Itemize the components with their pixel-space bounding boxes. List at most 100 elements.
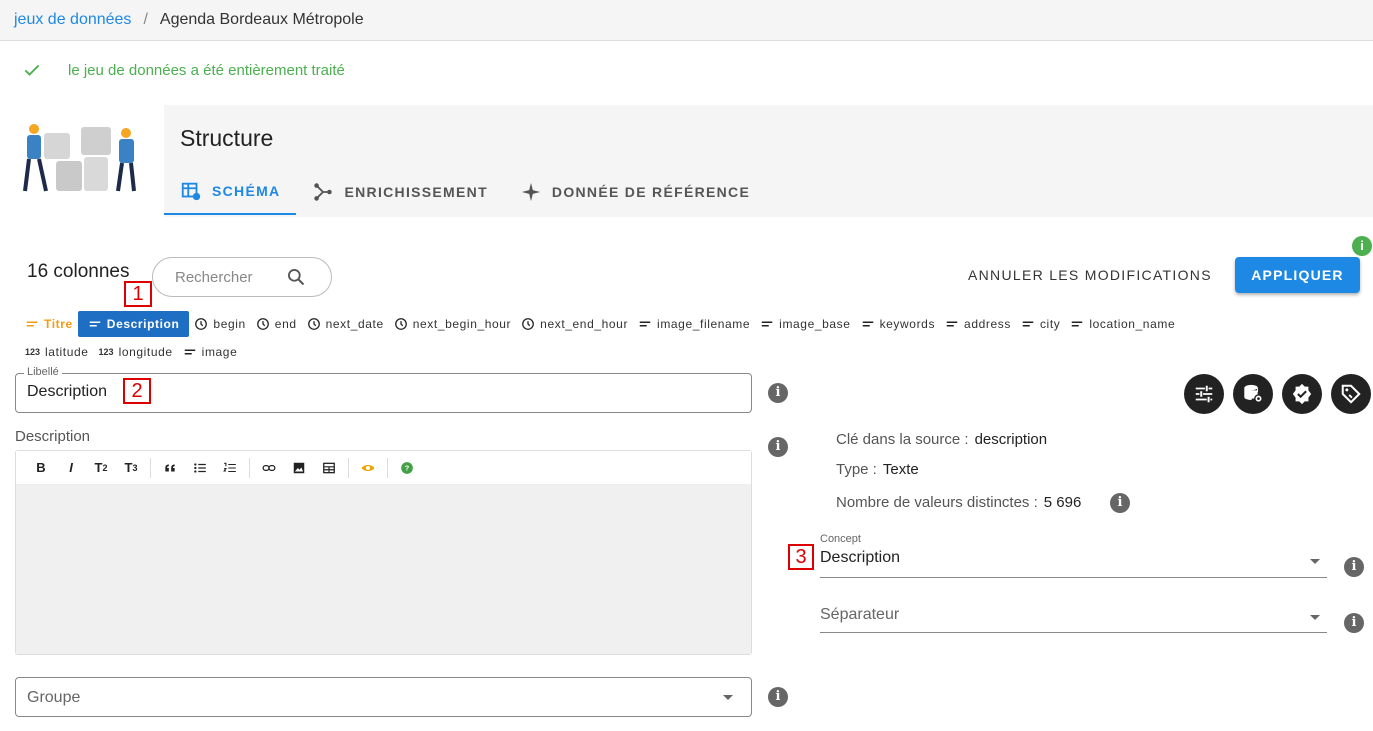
distinct-values-row: Nombre de valeurs distinctes : 5 696 [836,494,1081,511]
info-icon[interactable]: i [1110,493,1130,513]
column-chip-label: next_begin_hour [412,316,512,331]
merge-icon [314,183,333,201]
description-editor[interactable]: B I T2 T3 ? [15,450,752,655]
concept-select[interactable]: Concept Description [820,533,1327,578]
link-icon [262,464,276,471]
info-icon[interactable]: i [1344,613,1364,633]
structure-title: Structure [180,125,274,151]
database-settings-button[interactable] [1233,374,1273,414]
bullet-list-button[interactable] [185,455,215,481]
column-chip-longitude[interactable]: 123 longitude [94,339,178,365]
column-chip-label: longitude [118,344,173,359]
libelle-input[interactable] [27,383,117,401]
image-icon [293,462,305,473]
cancel-changes-button[interactable]: ANNULER LES MODIFICATIONS [968,262,1212,288]
column-chip-image-base[interactable]: image_base [755,311,855,337]
column-chip-label: Titre [44,316,73,331]
column-chip-keywords[interactable]: keywords [856,311,940,337]
editor-content-area[interactable] [16,485,751,654]
puzzle-illustration [4,105,164,217]
text-short-icon [1021,317,1035,331]
chevron-down-icon [1310,559,1320,564]
numbered-list-icon [223,462,236,472]
column-chip-label: image [201,344,238,359]
link-button[interactable] [254,455,284,481]
numbered-list-button[interactable] [215,455,245,481]
column-chip-begin[interactable]: begin [189,311,250,337]
eye-icon [361,464,375,471]
column-chip-image[interactable]: image [178,339,243,365]
preview-button[interactable] [353,455,383,481]
info-icon[interactable]: i [768,687,788,707]
editor-toolbar: B I T2 T3 ? [16,451,751,485]
column-chip-address[interactable]: address [940,311,1016,337]
column-chip-description[interactable]: Description [77,310,190,337]
heading3-button[interactable]: T3 [116,455,146,481]
breadcrumb-link-datasets[interactable]: jeux de données [14,11,131,29]
annotation-marker-3: 3 [788,544,814,570]
column-chip-label: Description [106,316,180,331]
column-chips-row: 123 latitude 123 longitude image [20,338,1360,365]
libelle-legend: Libellé [24,366,62,378]
tab-schema[interactable]: SCHÉMA [164,169,297,215]
quote-icon [165,464,175,471]
column-chip-end[interactable]: end [251,311,302,337]
bold-button[interactable]: B [26,455,56,481]
toolbar-divider [387,457,388,478]
column-chip-label: latitude [45,344,89,359]
numeric-icon: 123 [25,346,41,357]
info-icon[interactable]: i [768,437,788,457]
search-input[interactable] [175,268,285,286]
toolbar-divider [150,457,151,478]
column-chip-label: address [964,316,1011,331]
groupe-placeholder: Groupe [27,689,81,706]
column-chip-titre[interactable]: Titre [20,311,78,337]
bullet-list-icon [194,462,206,473]
column-chip-location-name[interactable]: location_name [1065,311,1180,337]
check-decagram-icon [1292,383,1312,405]
text-short-icon [945,317,959,331]
tab-enrichissement[interactable]: ENRICHISSEMENT [296,169,503,215]
search-box[interactable] [152,257,332,297]
clock-icon [194,317,208,331]
column-chip-label: end [274,316,297,331]
source-key-value: description [974,431,1048,448]
breadcrumb: jeux de données / Agenda Bordeaux Métrop… [0,0,1373,41]
separator-select[interactable]: Séparateur [820,606,1327,633]
column-chip-image-filename[interactable]: image_filename [633,311,755,337]
column-chip-city[interactable]: city [1016,311,1065,337]
column-chip-next-begin-hour[interactable]: next_begin_hour [389,311,516,337]
tag-button[interactable] [1331,374,1371,414]
tab-donnee-reference[interactable]: DONNÉE DE RÉFÉRENCE [504,169,766,215]
column-chip-label: next_end_hour [540,316,629,331]
table-button[interactable] [314,455,344,481]
italic-button[interactable]: I [56,455,86,481]
column-chip-label: city [1039,316,1061,331]
libelle-field[interactable]: Libellé [15,366,752,413]
info-icon[interactable]: i [1344,557,1364,577]
help-button[interactable]: ? [392,455,422,481]
validation-button[interactable] [1282,374,1322,414]
distinct-values-label: Nombre de valeurs distinctes : [836,494,1038,511]
settings-button[interactable] [1184,374,1224,414]
image-button[interactable] [284,455,314,481]
column-chip-latitude[interactable]: 123 latitude [20,339,94,365]
annotation-marker-1: 1 [124,281,152,307]
clock-icon [394,317,408,331]
info-badge[interactable]: i [1352,236,1372,256]
concept-label: Concept [820,533,861,545]
breadcrumb-separator: / [143,11,148,28]
groupe-select[interactable]: Groupe [15,677,752,717]
apply-button[interactable]: APPLIQUER [1235,257,1360,293]
success-alert: le jeu de données a été entièrement trai… [22,60,345,80]
column-chip-next-date[interactable]: next_date [302,311,389,337]
heading2-button[interactable]: T2 [86,455,116,481]
info-icon[interactable]: i [768,383,788,403]
chevron-down-icon [723,695,733,700]
search-icon[interactable] [286,267,306,287]
column-chip-label: begin [213,316,246,331]
text-short-icon [183,345,197,359]
quote-button[interactable] [155,455,185,481]
column-chip-next-end-hour[interactable]: next_end_hour [516,311,633,337]
type-value: Texte [882,461,919,478]
